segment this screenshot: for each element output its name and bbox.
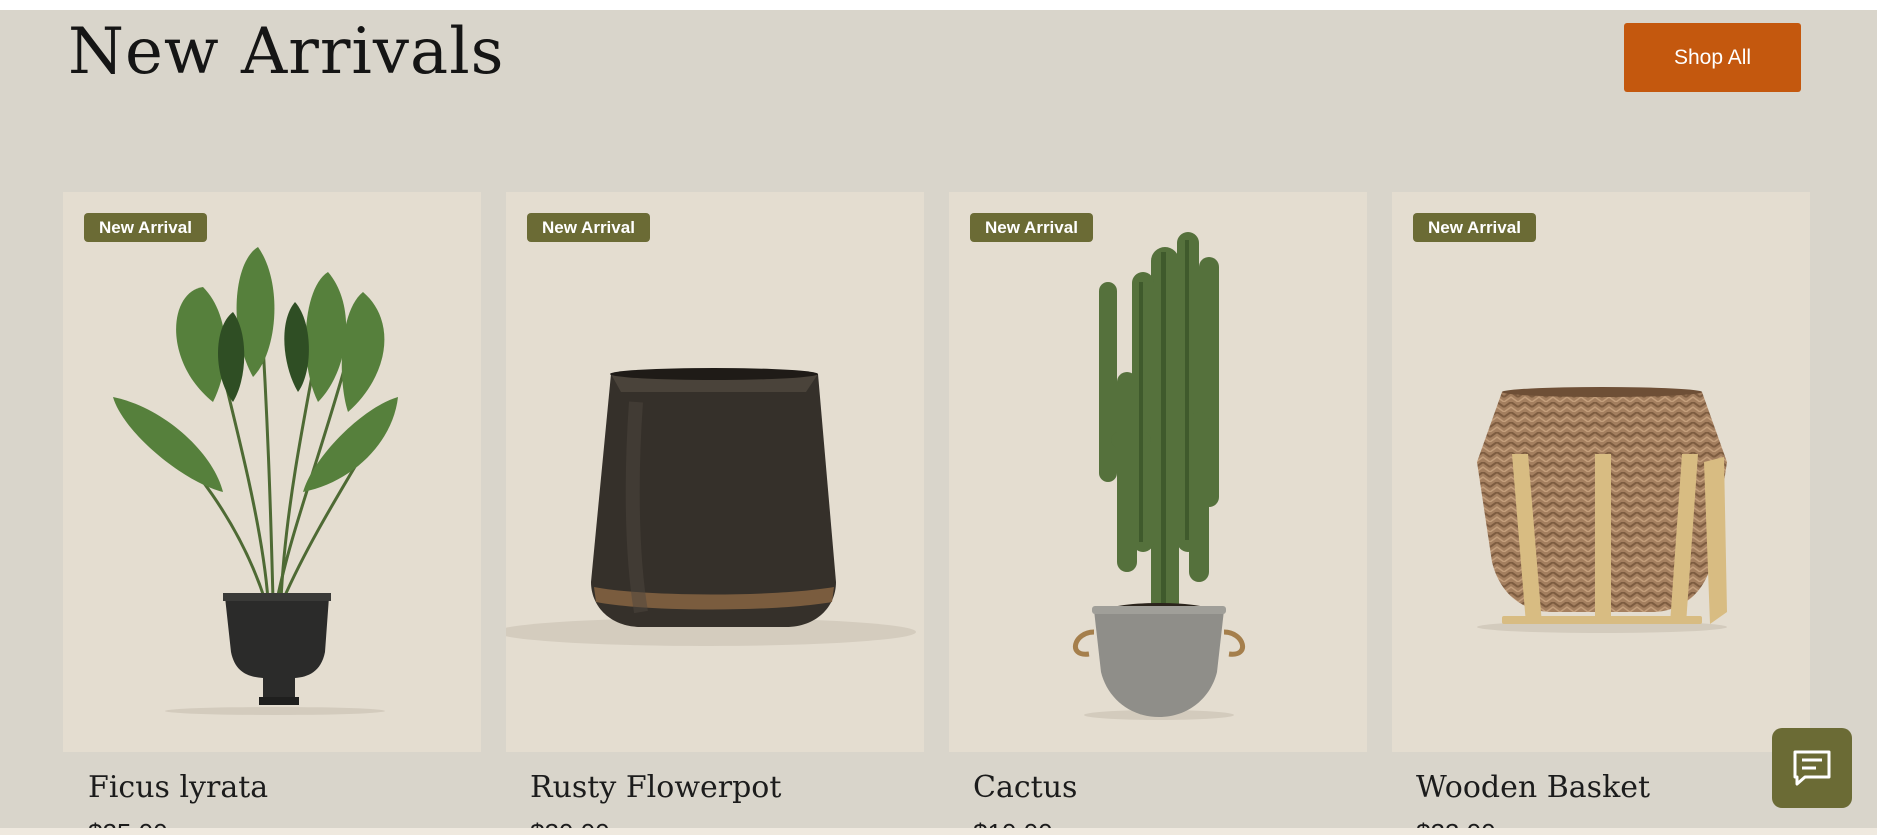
ficus-lyrata-image[interactable]	[63, 192, 481, 752]
new-arrival-badge: New Arrival	[84, 213, 207, 242]
product-card-ficus-lyrata[interactable]: New Arrival	[63, 192, 481, 752]
product-name[interactable]: Wooden Basket	[1416, 770, 1650, 805]
section-title: New Arrivals	[68, 15, 505, 89]
new-arrivals-section: New Arrivals Shop All New Arrival New Ar…	[0, 10, 1877, 835]
product-card-cactus[interactable]: New Arrival	[949, 192, 1367, 752]
product-name[interactable]: Cactus	[973, 770, 1077, 805]
new-arrival-badge: New Arrival	[970, 213, 1093, 242]
product-name[interactable]: Ficus lyrata	[88, 770, 268, 805]
chat-icon	[1793, 750, 1831, 786]
cactus-image[interactable]	[949, 192, 1367, 752]
new-arrival-badge: New Arrival	[1413, 213, 1536, 242]
product-name[interactable]: Rusty Flowerpot	[530, 770, 781, 805]
top-edge	[0, 0, 1877, 10]
wooden-basket-image[interactable]	[1392, 192, 1810, 752]
product-card-wooden-basket[interactable]: New Arrival	[1392, 192, 1810, 752]
bottom-edge	[0, 828, 1877, 835]
shop-all-button[interactable]: Shop All	[1624, 23, 1801, 92]
product-card-rusty-flowerpot[interactable]: New Arrival	[506, 192, 924, 752]
chat-button[interactable]	[1772, 728, 1852, 808]
rusty-flowerpot-image[interactable]	[506, 192, 924, 752]
new-arrival-badge: New Arrival	[527, 213, 650, 242]
